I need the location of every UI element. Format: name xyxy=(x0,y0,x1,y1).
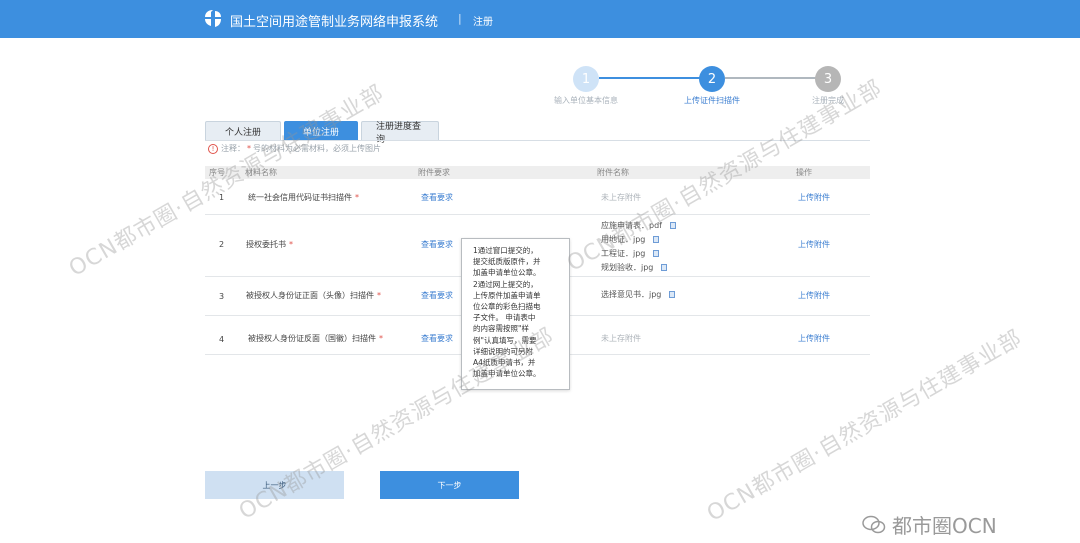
file-icon xyxy=(653,249,660,257)
required-star: * xyxy=(355,193,359,202)
material-name: 统一社会信用代码证书扫描件 * xyxy=(248,192,359,203)
required-notice: ! 注释： * 号的材料为必需材料，必须上传图片 xyxy=(208,143,381,154)
notice-prefix: 注释： xyxy=(221,144,245,153)
col-material-name: 材料名称 xyxy=(245,168,277,177)
table-header: 序号 材料名称 附件要求 附件名称 操作 xyxy=(205,166,870,179)
attachment-item[interactable]: 规划验收．jpg xyxy=(601,260,676,274)
material-name: 授权委托书 * xyxy=(246,239,293,250)
view-requirement-link[interactable]: 查看要求 xyxy=(421,239,453,250)
step-2-label: 上传证件扫描件 xyxy=(684,96,740,105)
tooltip-line: 提交纸质版原件，并 xyxy=(473,257,541,267)
tooltip-line: 2通过网上提交的， xyxy=(473,279,538,289)
tab-organization[interactable]: 单位注册 xyxy=(284,121,358,141)
file-icon xyxy=(669,290,676,298)
attachment-filename: 规划验收．jpg xyxy=(601,262,654,272)
col-attachment-name: 附件名称 xyxy=(597,168,629,177)
step-3-circle: 3 xyxy=(815,66,841,92)
attachment-item[interactable]: 用地证．jpg xyxy=(601,232,676,246)
col-action: 操作 xyxy=(796,168,812,177)
view-requirement-link[interactable]: 查看要求 xyxy=(421,290,453,301)
step-1-circle: 1 xyxy=(573,66,599,92)
step-1-label: 输入单位基本信息 xyxy=(554,96,618,105)
tooltip-line: 1通过窗口提交的， xyxy=(473,246,538,255)
material-name: 被授权人身份证正面（头像）扫描件 * xyxy=(246,290,381,301)
attachment-filename: 应施申请表．pdf xyxy=(601,220,662,230)
requirement-tooltip: 1通过窗口提交的， 提交纸质版原件，并 加盖申请单位公章。 2通过网上提交的， … xyxy=(461,238,570,390)
view-requirement-link[interactable]: 查看要求 xyxy=(421,192,453,203)
attachment-item[interactable]: 应施申请表．pdf xyxy=(601,218,676,232)
step-3-label: 注册完成 xyxy=(812,96,844,105)
page-name: 注册 xyxy=(473,17,493,28)
tooltip-line: 位公章的彩色扫描电 xyxy=(473,302,541,312)
tooltip-line: 的内容需按照"样 xyxy=(473,324,529,334)
upload-attachment-link[interactable]: 上传附件 xyxy=(798,239,830,250)
col-requirement: 附件要求 xyxy=(418,168,450,177)
file-icon xyxy=(661,263,668,271)
tooltip-line: 加盖申请单位公章。 xyxy=(473,268,541,278)
tab-divider xyxy=(205,140,870,141)
upload-attachment-link[interactable]: 上传附件 xyxy=(798,192,830,203)
col-index: 序号 xyxy=(209,168,225,177)
step-2-number: 2 xyxy=(707,71,717,87)
step-indicator: 1 2 3 输入单位基本信息 上传证件扫描件 注册完成 xyxy=(540,62,880,112)
upload-attachment-link[interactable]: 上传附件 xyxy=(798,290,830,301)
tooltip-line: 例"认真填写，需要 xyxy=(473,335,537,345)
system-logo-icon xyxy=(205,10,221,27)
attachment-list: 应施申请表．pdf 用地证．jpg 工程证．jpg 规划验收．jpg xyxy=(601,218,676,274)
brand-watermark-text: 都市圈OCN xyxy=(892,514,997,538)
attachment-filename: 选择意见书．jpg xyxy=(601,289,662,299)
next-step-button[interactable]: 下一步 xyxy=(380,471,519,499)
empty-attachment-text: 未上存附件 xyxy=(601,193,641,202)
notice-text: 号的材料为必需材料，必须上传图片 xyxy=(253,144,381,153)
notice-star: * xyxy=(247,144,251,153)
attachment-filename: 工程证．jpg xyxy=(601,248,646,258)
tooltip-line: 详细说明的可另附 xyxy=(473,346,533,356)
step-1-number: 1 xyxy=(581,71,591,87)
previous-step-button[interactable]: 上一步 xyxy=(205,471,344,499)
required-star: * xyxy=(379,334,383,343)
row-index: 2 xyxy=(219,240,225,249)
tooltip-line: 子文件。 申请表中 xyxy=(473,313,536,323)
step-3-number: 3 xyxy=(823,71,833,87)
step-connector xyxy=(725,77,827,79)
step-connector xyxy=(599,77,711,79)
material-name-text: 统一社会信用代码证书扫描件 xyxy=(248,193,352,202)
tooltip-line: 上传原件加盖申请单 xyxy=(473,290,541,300)
material-name: 被授权人身份证反面（国徽）扫描件 * xyxy=(248,333,383,344)
tooltip-line: 加盖申请单位公章。 xyxy=(473,369,541,379)
row-index: 1 xyxy=(219,193,225,202)
upload-attachment-link[interactable]: 上传附件 xyxy=(798,333,830,344)
empty-attachment-text: 未上存附件 xyxy=(601,334,641,343)
material-name-text: 授权委托书 xyxy=(246,240,286,249)
required-star: * xyxy=(377,291,381,300)
required-star: * xyxy=(289,240,293,249)
app-title: 国土空间用途管制业务网络申报系统 xyxy=(230,15,439,30)
chat-bubble-icon xyxy=(862,515,886,533)
material-name-text: 被授权人身份证正面（头像）扫描件 xyxy=(246,291,374,300)
tooltip-line: A4纸质申请书，并 xyxy=(473,358,536,368)
row-index: 3 xyxy=(219,292,225,301)
attachment-filename: 用地证．jpg xyxy=(601,234,646,244)
attachment-item[interactable]: 工程证．jpg xyxy=(601,246,676,260)
info-icon: ! xyxy=(208,143,218,154)
brand-watermark: 都市圈OCN xyxy=(862,510,997,539)
title-separator: | xyxy=(458,12,462,25)
table-row: 1 统一社会信用代码证书扫描件 * 查看要求 未上存附件 上传附件 xyxy=(205,179,870,215)
file-icon xyxy=(669,221,676,229)
row-index: 4 xyxy=(219,335,225,344)
tab-progress-query[interactable]: 注册进度查询 xyxy=(361,121,439,145)
view-requirement-link[interactable]: 查看要求 xyxy=(421,333,453,344)
attachment-item[interactable]: 选择意见书．jpg xyxy=(601,287,676,301)
top-bar: 国土空间用途管制业务网络申报系统 | 注册 xyxy=(0,0,1080,38)
attachment-list: 选择意见书．jpg xyxy=(601,287,676,301)
file-icon xyxy=(653,235,660,243)
material-name-text: 被授权人身份证反面（国徽）扫描件 xyxy=(248,334,376,343)
registration-tabs: 个人注册 单位注册 注册进度查询 xyxy=(205,121,442,145)
step-2-circle: 2 xyxy=(699,66,725,92)
tab-personal[interactable]: 个人注册 xyxy=(205,121,281,141)
